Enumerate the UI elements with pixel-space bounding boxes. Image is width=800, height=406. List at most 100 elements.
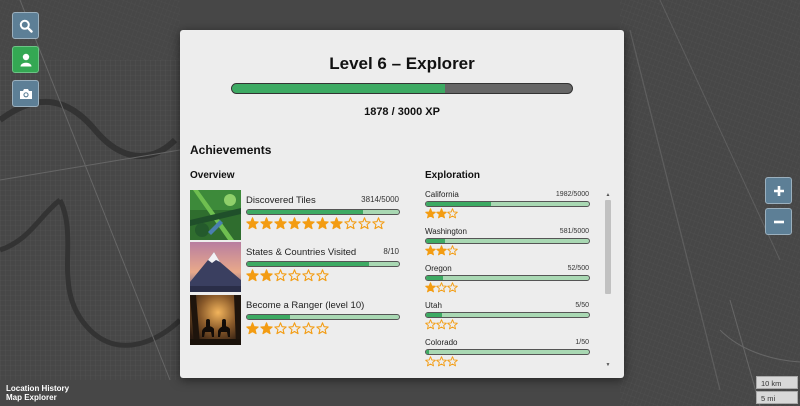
exploration-stars [425,319,458,330]
star-filled-icon [246,322,259,335]
star-filled-icon [246,269,259,282]
exploration-title: Exploration [425,170,481,181]
exploration-stars [425,245,458,256]
overview-progress-bar [246,209,400,215]
star-empty-icon [447,208,458,219]
user-icon [20,53,31,66]
rangers-image [190,295,241,345]
overview-label: Become a Ranger (level 10) [246,300,365,311]
xp-progress-bar [231,83,573,94]
star-filled-icon [260,269,273,282]
star-filled-icon [302,217,315,230]
exploration-item-utah: Utah 5/50 [424,301,590,338]
search-icon [19,19,33,33]
overview-progress-fill [247,210,363,214]
star-empty-icon [436,356,447,367]
star-empty-icon [302,269,315,282]
exploration-progress-bar [425,312,590,318]
overview-label: Discovered Tiles [246,195,316,206]
exploration-scrollbar[interactable]: ▲ ▼ [604,190,612,368]
star-filled-icon [274,217,287,230]
camera-icon [19,88,32,99]
star-filled-icon [260,322,273,335]
level-title: Level 6 – Explorer [329,54,475,73]
star-filled-icon [425,245,436,256]
exploration-count: 1982/5000 [555,191,589,198]
star-empty-icon [447,245,458,256]
profile-button[interactable] [12,46,39,73]
star-empty-icon [344,217,357,230]
star-empty-icon [425,319,436,330]
overview-item-ranger: Become a Ranger (level 10) [190,295,402,345]
xp-progress-fill [232,84,445,93]
xp-text: 1878 / 3000 XP [364,106,440,118]
star-empty-icon [436,319,447,330]
brand-line-1: Location History [6,384,70,393]
star-empty-icon [288,322,301,335]
exploration-stars [425,356,458,367]
exploration-item-california: California 1982/5000 [424,190,590,227]
star-filled-icon [260,217,273,230]
overview-item-states-countries: States & Countries Visited 8/10 [190,242,402,292]
plus-icon [773,185,784,196]
scrollbar-thumb[interactable] [605,200,611,294]
achievements-title: Achievements [190,143,272,157]
star-filled-icon [436,245,447,256]
exploration-progress-bar [425,275,590,281]
star-filled-icon [288,217,301,230]
exploration-progress-fill [426,202,491,206]
exploration-count: 52/500 [567,265,589,272]
star-empty-icon [274,322,287,335]
exploration-name: Utah [425,301,442,310]
search-button[interactable] [12,12,39,39]
exploration-progress-fill [426,239,445,243]
scroll-up-arrow-icon[interactable]: ▲ [604,192,612,198]
zoom-in-button[interactable] [765,177,792,204]
star-empty-icon [288,269,301,282]
overview-count: 8/10 [383,247,399,256]
overview-label: States & Countries Visited [246,247,357,258]
exploration-name: California [425,190,459,199]
exploration-stars [425,208,458,219]
camera-button[interactable] [12,80,39,107]
scale-km: 10 km [756,376,798,389]
star-filled-icon [436,208,447,219]
overview-progress-fill [247,315,290,319]
minus-icon [773,220,784,223]
overview-stars [246,269,329,282]
overview-progress-bar [246,314,400,320]
star-filled-icon [330,217,343,230]
exploration-name: Oregon [425,264,452,273]
exploration-name: Colorado [425,338,458,347]
star-empty-icon [447,319,458,330]
exploration-progress-fill [426,313,443,317]
mountain-image [190,242,241,292]
star-empty-icon [316,269,329,282]
forest-image [190,190,241,240]
star-empty-icon [316,322,329,335]
exploration-item-colorado: Colorado 1/50 [424,338,590,368]
star-filled-icon [316,217,329,230]
exploration-name: Washington [425,227,467,236]
zoom-out-button[interactable] [765,208,792,235]
exploration-list[interactable]: California 1982/5000 Washington 581/5000… [424,190,590,368]
star-empty-icon [447,282,458,293]
overview-item-discovered-tiles: Discovered Tiles 3814/5000 [190,190,402,240]
scale-mi: 5 mi [756,391,798,404]
exploration-progress-bar [425,349,590,355]
overview-stars [246,322,329,335]
star-filled-icon [425,208,436,219]
exploration-count: 581/5000 [559,228,589,235]
overview-title: Overview [190,170,235,181]
exploration-item-washington: Washington 581/5000 [424,227,590,264]
exploration-count: 1/50 [575,339,589,346]
app-brand: Location History Map Explorer [6,384,69,402]
star-empty-icon [425,356,436,367]
profile-modal: Level 6 – Explorer 1878 / 3000 XP Achiev… [180,30,624,378]
scroll-down-arrow-icon[interactable]: ▼ [604,362,612,368]
brand-line-2: Map Explorer [6,393,57,402]
exploration-item-oregon: Oregon 52/500 [424,264,590,301]
star-filled-icon [425,282,436,293]
overview-count: 3814/5000 [361,195,399,204]
star-empty-icon [372,217,385,230]
